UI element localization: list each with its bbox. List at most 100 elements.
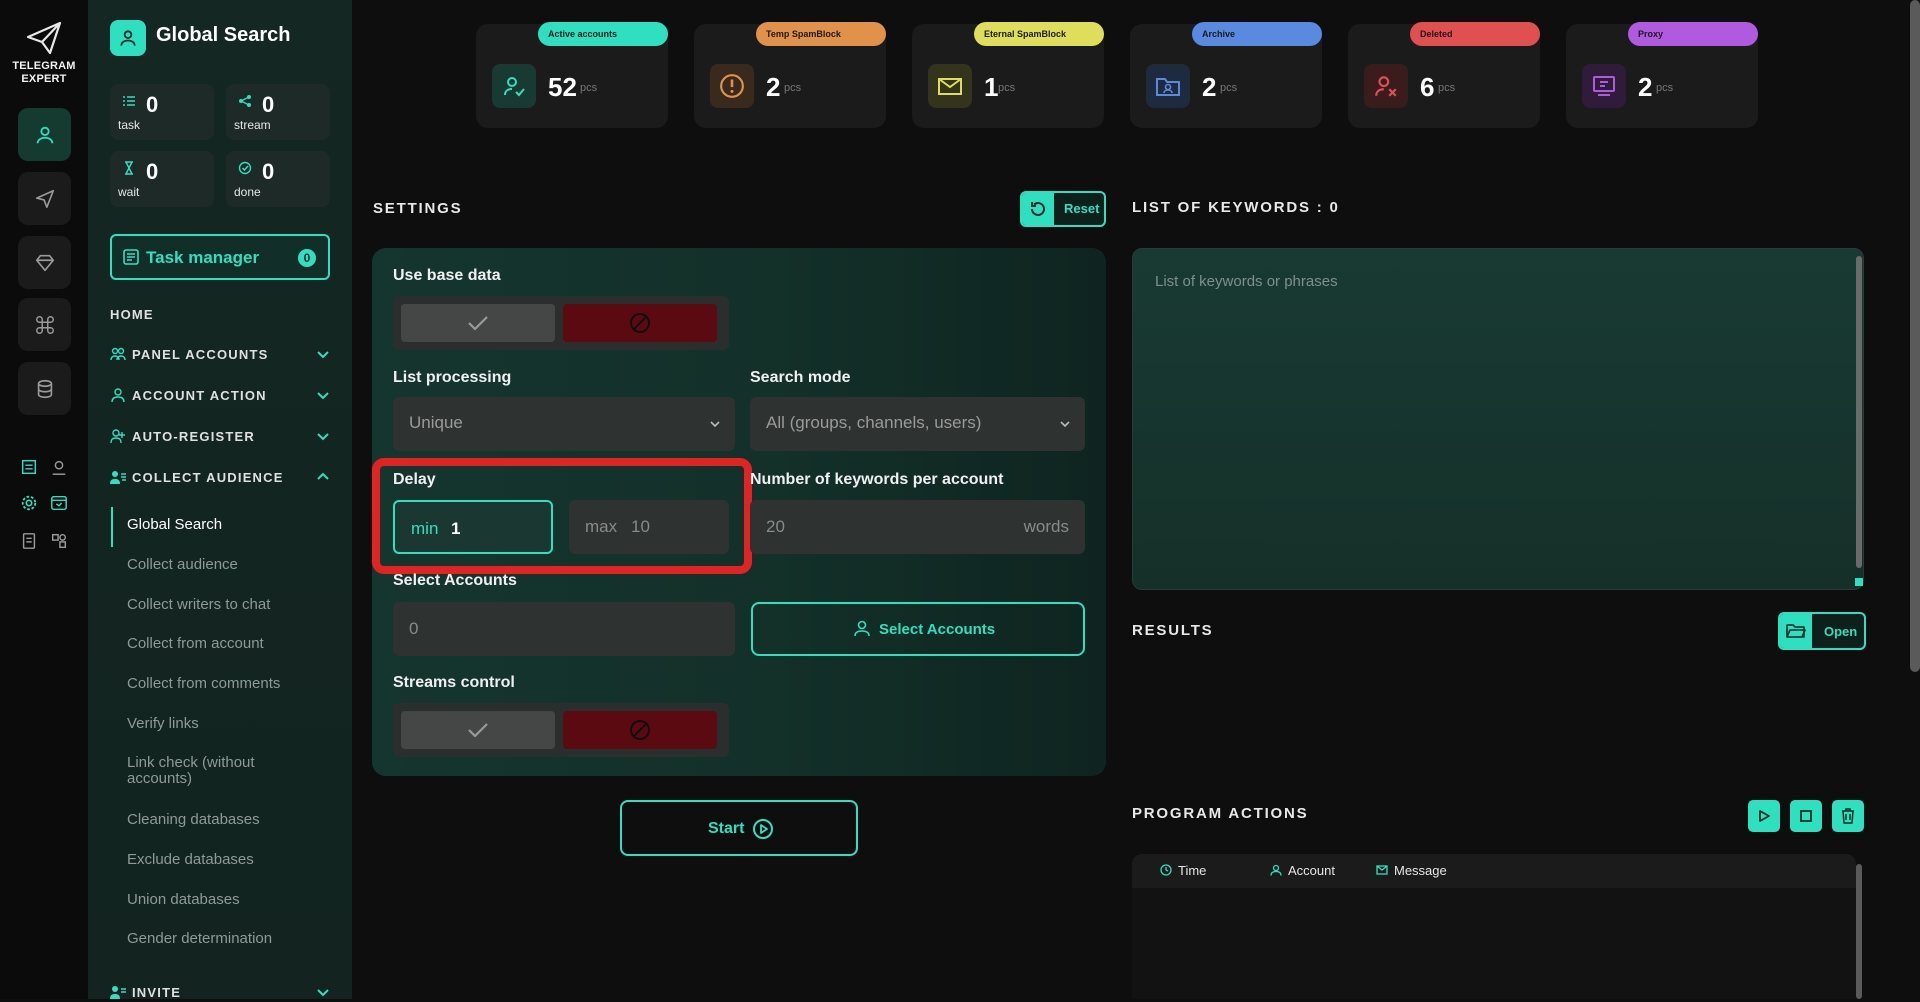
clock-icon: [1160, 864, 1172, 876]
trash-icon: [1842, 808, 1854, 824]
user-plus-icon: [110, 428, 126, 444]
play-circle-icon: [752, 818, 774, 840]
rail-commands-button[interactable]: [18, 298, 71, 351]
apps-icon[interactable]: [48, 530, 70, 552]
icon-rail: TELEGRAM EXPERT: [0, 0, 88, 999]
chevron-down-icon: [1059, 418, 1071, 430]
sub-item-collect-from-comments[interactable]: Collect from comments: [127, 675, 280, 692]
chevron-down-icon[interactable]: [316, 347, 330, 361]
keywords-per-account-label: Number of keywords per account: [750, 471, 1004, 488]
chevron-down-icon[interactable]: [316, 388, 330, 402]
open-results-button[interactable]: Open: [1778, 612, 1866, 650]
card-active-accounts[interactable]: Active accounts 52 pcs: [476, 22, 668, 128]
search-mode-select[interactable]: All (groups, channels, users): [750, 397, 1085, 451]
start-button[interactable]: Start: [620, 800, 858, 856]
keywords-per-account-input[interactable]: 20 words: [750, 500, 1085, 554]
location-icon[interactable]: [48, 456, 70, 478]
check-icon: [468, 316, 488, 331]
delay-highlight-box: [372, 458, 752, 574]
card-temp-spamblock[interactable]: Temp SpamBlock 2 pcs: [694, 22, 886, 128]
diamond-icon: [35, 254, 54, 271]
search-mode-label: Search mode: [750, 369, 851, 386]
stat-task: 0 task: [110, 84, 214, 140]
folder-open-icon: [1780, 614, 1812, 648]
clear-log-button[interactable]: [1832, 800, 1864, 832]
streams-control-toggle: [393, 703, 729, 757]
sub-item-collect-from-account[interactable]: Collect from account: [127, 635, 264, 652]
keywords-textarea[interactable]: List of keywords or phrases: [1132, 248, 1864, 590]
user-remove-icon: [1364, 64, 1408, 108]
toggle-yes-button[interactable]: [401, 711, 555, 749]
keywords-title: LIST OF KEYWORDS : 0: [1132, 199, 1340, 216]
toggle-yes-button[interactable]: [401, 304, 555, 342]
reset-button[interactable]: Reset: [1020, 191, 1106, 227]
stop-button[interactable]: [1790, 800, 1822, 832]
block-icon: [630, 720, 650, 740]
window-icon[interactable]: [48, 492, 70, 514]
sub-item-collect-writers[interactable]: Collect writers to chat: [127, 596, 270, 613]
chevron-down-icon[interactable]: [316, 429, 330, 443]
column-message[interactable]: Message: [1376, 863, 1447, 878]
use-base-data-label: Use base data: [393, 267, 501, 284]
user-check-icon: [492, 64, 536, 108]
rail-accounts-button[interactable]: [18, 108, 71, 161]
column-account[interactable]: Account: [1270, 863, 1335, 878]
use-base-data-toggle: [393, 296, 729, 350]
sub-item-union-databases[interactable]: Union databases: [127, 891, 240, 908]
toggle-no-button[interactable]: [563, 711, 717, 749]
share-icon: [238, 94, 252, 108]
sub-item-exclude-databases[interactable]: Exclude databases: [127, 851, 254, 868]
toggle-no-button[interactable]: [563, 304, 717, 342]
nav-collect-audience[interactable]: COLLECT AUDIENCE: [110, 469, 350, 487]
rail-premium-button[interactable]: [18, 236, 71, 289]
list-processing-select[interactable]: Unique: [393, 397, 735, 451]
telegram-logo-icon: [24, 18, 64, 58]
rail-database-button[interactable]: [18, 362, 71, 415]
list-icon[interactable]: [18, 456, 40, 478]
nav-auto-register[interactable]: AUTO-REGISTER: [110, 428, 350, 446]
nav-account-action[interactable]: ACCOUNT ACTION: [110, 387, 350, 405]
hourglass-icon: [122, 161, 136, 175]
chevron-down-icon[interactable]: [316, 985, 330, 999]
table-header: Time Account Message: [1132, 854, 1856, 888]
streams-control-label: Streams control: [393, 674, 515, 691]
log-scrollbar[interactable]: [1856, 864, 1862, 999]
nav-panel-accounts[interactable]: PANEL ACCOUNTS: [110, 346, 350, 364]
user-icon: [853, 619, 871, 637]
sub-item-collect-audience[interactable]: Collect audience: [127, 556, 238, 573]
task-count-badge: 0: [298, 249, 316, 267]
sub-item-cleaning-databases[interactable]: Cleaning databases: [127, 811, 260, 828]
play-button[interactable]: [1748, 800, 1780, 832]
stat-stream: 0 stream: [226, 84, 330, 140]
user-icon: [110, 387, 126, 403]
card-archive[interactable]: Archive 2 pcs: [1130, 22, 1322, 128]
card-deleted[interactable]: Deleted 6 pcs: [1348, 22, 1540, 128]
select-accounts-button[interactable]: Select Accounts: [751, 602, 1085, 656]
resize-handle[interactable]: [1855, 578, 1863, 586]
sub-item-gender-determination[interactable]: Gender determination: [127, 930, 272, 947]
card-eternal-spamblock[interactable]: Eternal SpamBlock 1 pcs: [912, 22, 1104, 128]
active-indicator: [111, 507, 113, 547]
column-time[interactable]: Time: [1160, 863, 1206, 878]
select-accounts-label: Select Accounts: [393, 572, 517, 589]
keywords-scrollbar[interactable]: [1856, 256, 1862, 568]
proxy-icon: [1582, 64, 1626, 108]
task-list-icon: [122, 94, 136, 108]
nav-invite[interactable]: INVITE: [110, 984, 350, 1002]
mail-blocked-icon: [928, 64, 972, 108]
sub-item-verify-links[interactable]: Verify links: [127, 715, 199, 732]
sub-item-global-search[interactable]: Global Search: [127, 516, 222, 533]
user-list-icon: [110, 469, 126, 485]
page-scrollbar[interactable]: [1910, 0, 1920, 672]
results-title: RESULTS: [1132, 622, 1214, 639]
select-accounts-count: 0: [393, 602, 735, 656]
reset-icon: [1022, 193, 1054, 225]
chevron-up-icon[interactable]: [316, 470, 330, 484]
sub-item-link-check[interactable]: Link check (without accounts): [127, 755, 287, 787]
database-icon: [37, 379, 52, 398]
gear-icon[interactable]: [18, 492, 40, 514]
document-icon[interactable]: [18, 530, 40, 552]
rail-send-button[interactable]: [18, 172, 71, 225]
card-proxy[interactable]: Proxy 2 pcs: [1566, 22, 1758, 128]
task-manager-button[interactable]: Task manager 0: [110, 234, 330, 280]
